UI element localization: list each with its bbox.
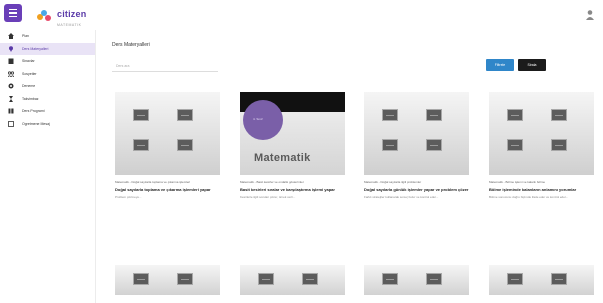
card-description: Bölme sonucunu doğru biçimde ifade eder …	[489, 195, 569, 199]
sidebar-item-deneme[interactable]: Deneme	[0, 80, 95, 93]
card-title[interactable]: Bölme işleminde kalanların anlamını yoru…	[489, 187, 594, 192]
thumbnail-tile	[507, 109, 523, 121]
home-icon	[8, 33, 14, 40]
sidebar-item-label: Ders Materyalleri	[22, 46, 49, 51]
card-thumbnail	[489, 265, 594, 295]
thumbnail-tile	[258, 273, 274, 285]
sidebar-item-plan[interactable]: Plan	[0, 30, 95, 43]
clipboard-icon	[8, 58, 14, 65]
card-thumbnail	[489, 92, 594, 175]
sidebar-item-label: Takvimbaz	[22, 96, 39, 101]
menu-button[interactable]	[4, 4, 22, 22]
thumbnail-tile	[133, 139, 149, 151]
thumbnail-tile	[133, 109, 149, 121]
logo-mark-icon	[37, 9, 53, 22]
sidebar-item-label: Ders Programi	[22, 109, 45, 114]
material-card[interactable]	[364, 265, 469, 295]
thumbnail-tile	[382, 273, 398, 285]
thumbnail-subject-text: Matematik	[254, 152, 311, 164]
thumbnail-tile	[177, 139, 193, 151]
menu-line	[9, 15, 17, 18]
card-meta: Matematik - Bölme işlemi ve kalanlı bölm…	[489, 180, 546, 184]
thumbnail-tile	[177, 109, 193, 121]
message-icon	[8, 120, 14, 127]
card-title[interactable]: Doğal sayılarla toplama ve çıkarma işlem…	[115, 187, 220, 192]
thumbnail-tile	[551, 273, 567, 285]
material-card[interactable]	[115, 265, 220, 295]
material-card[interactable]: Matematik - Doğal sayılarla ilgili probl…	[364, 92, 469, 199]
menu-line	[9, 12, 17, 14]
book-icon	[8, 108, 14, 114]
thumbnail-tile	[426, 273, 442, 285]
card-description: Problem çözmeye...	[115, 195, 142, 199]
material-card[interactable]: Matematik - Doğal sayılarla toplama ve ç…	[115, 92, 220, 199]
thumbnail-tile	[177, 273, 193, 285]
app-logo[interactable]: citizen MATEMATIK	[37, 4, 86, 27]
sidebar-item-label: Deneme	[22, 84, 36, 89]
thumbnail-tile	[302, 273, 318, 285]
card-title[interactable]: Basit kesirleri sıralar ve karşılaştırma…	[240, 187, 345, 192]
sidebar-item-ogretmene-mesaj[interactable]: Ogretmene Mesaj	[0, 118, 95, 131]
page-title: Ders Materyalleri	[112, 42, 150, 48]
hourglass-icon	[8, 95, 14, 102]
material-card[interactable]: Matematik - Bölme işlemi ve kalanlı bölm…	[489, 92, 594, 199]
logo-subtitle: MATEMATIK	[57, 23, 82, 27]
thumbnail-tile	[382, 109, 398, 121]
card-meta: Matematik - Basit kesirler ve ondalık gö…	[240, 180, 304, 184]
thumbnail-tile	[133, 273, 149, 285]
thumbnail-tile	[426, 139, 442, 151]
thumbnail-tile	[426, 109, 442, 121]
card-thumbnail: 4. Sınıf Matematik	[240, 92, 345, 175]
sidebar-item-ders-programi[interactable]: Ders Programi	[0, 105, 95, 118]
search-input[interactable]: Ders ara	[112, 60, 218, 72]
sidebar-item-label: Plan	[22, 34, 30, 39]
sort-button[interactable]: Sirala	[518, 59, 546, 71]
pin-icon	[8, 45, 14, 52]
sidebar-item-label: Sinavlar	[22, 59, 35, 64]
card-description: Kesirlerle ilgili soruları çözer, örnek …	[240, 195, 296, 199]
thumbnail-circle	[243, 100, 283, 140]
gear-icon	[8, 83, 14, 89]
user-icon[interactable]	[585, 8, 595, 20]
card-thumbnail	[115, 92, 220, 175]
card-thumbnail	[364, 265, 469, 295]
card-thumbnail	[240, 265, 345, 295]
menu-line	[9, 8, 17, 11]
material-card[interactable]	[240, 265, 345, 295]
thumbnail-tile	[551, 109, 567, 121]
card-meta: Matematik - Doğal sayılarla ilgili probl…	[364, 180, 422, 184]
thumbnail-tile	[507, 139, 523, 151]
sidebar-item-ders-materyalleri[interactable]: Ders Materyalleri	[0, 42, 95, 55]
filter-button[interactable]: Filtrele	[486, 59, 514, 71]
card-title[interactable]: Doğal sayılarla günlük işlemler yapar ve…	[364, 187, 469, 192]
sidebar-item-sosyetler[interactable]: Sosyetler	[0, 68, 95, 81]
card-thumbnail	[364, 92, 469, 175]
card-description: Farklı stratejiler kullanarak sonuç bulu…	[364, 195, 439, 199]
sidebar-item-takvimbaz[interactable]: Takvimbaz	[0, 93, 95, 106]
sidebar-item-sinavlar[interactable]: Sinavlar	[0, 55, 95, 68]
thumbnail-tile	[507, 273, 523, 285]
material-card[interactable]	[489, 265, 594, 295]
sidebar-item-label: Sosyetler	[22, 71, 37, 76]
thumbnail-tile	[382, 139, 398, 151]
thumbnail-circle-label: 4. Sınıf	[253, 117, 263, 121]
sidebar: Plan Ders Materyalleri Sinavlar Sosyetle…	[0, 30, 96, 303]
material-card[interactable]: 4. Sınıf Matematik Matematik - Basit kes…	[240, 92, 345, 199]
card-thumbnail	[115, 265, 220, 295]
thumbnail-tile	[551, 139, 567, 151]
sidebar-item-label: Ogretmene Mesaj	[22, 121, 50, 126]
group-icon	[7, 71, 15, 78]
logo-text: citizen	[57, 9, 87, 19]
card-meta: Matematik - Doğal sayılarla toplama ve ç…	[115, 180, 191, 184]
